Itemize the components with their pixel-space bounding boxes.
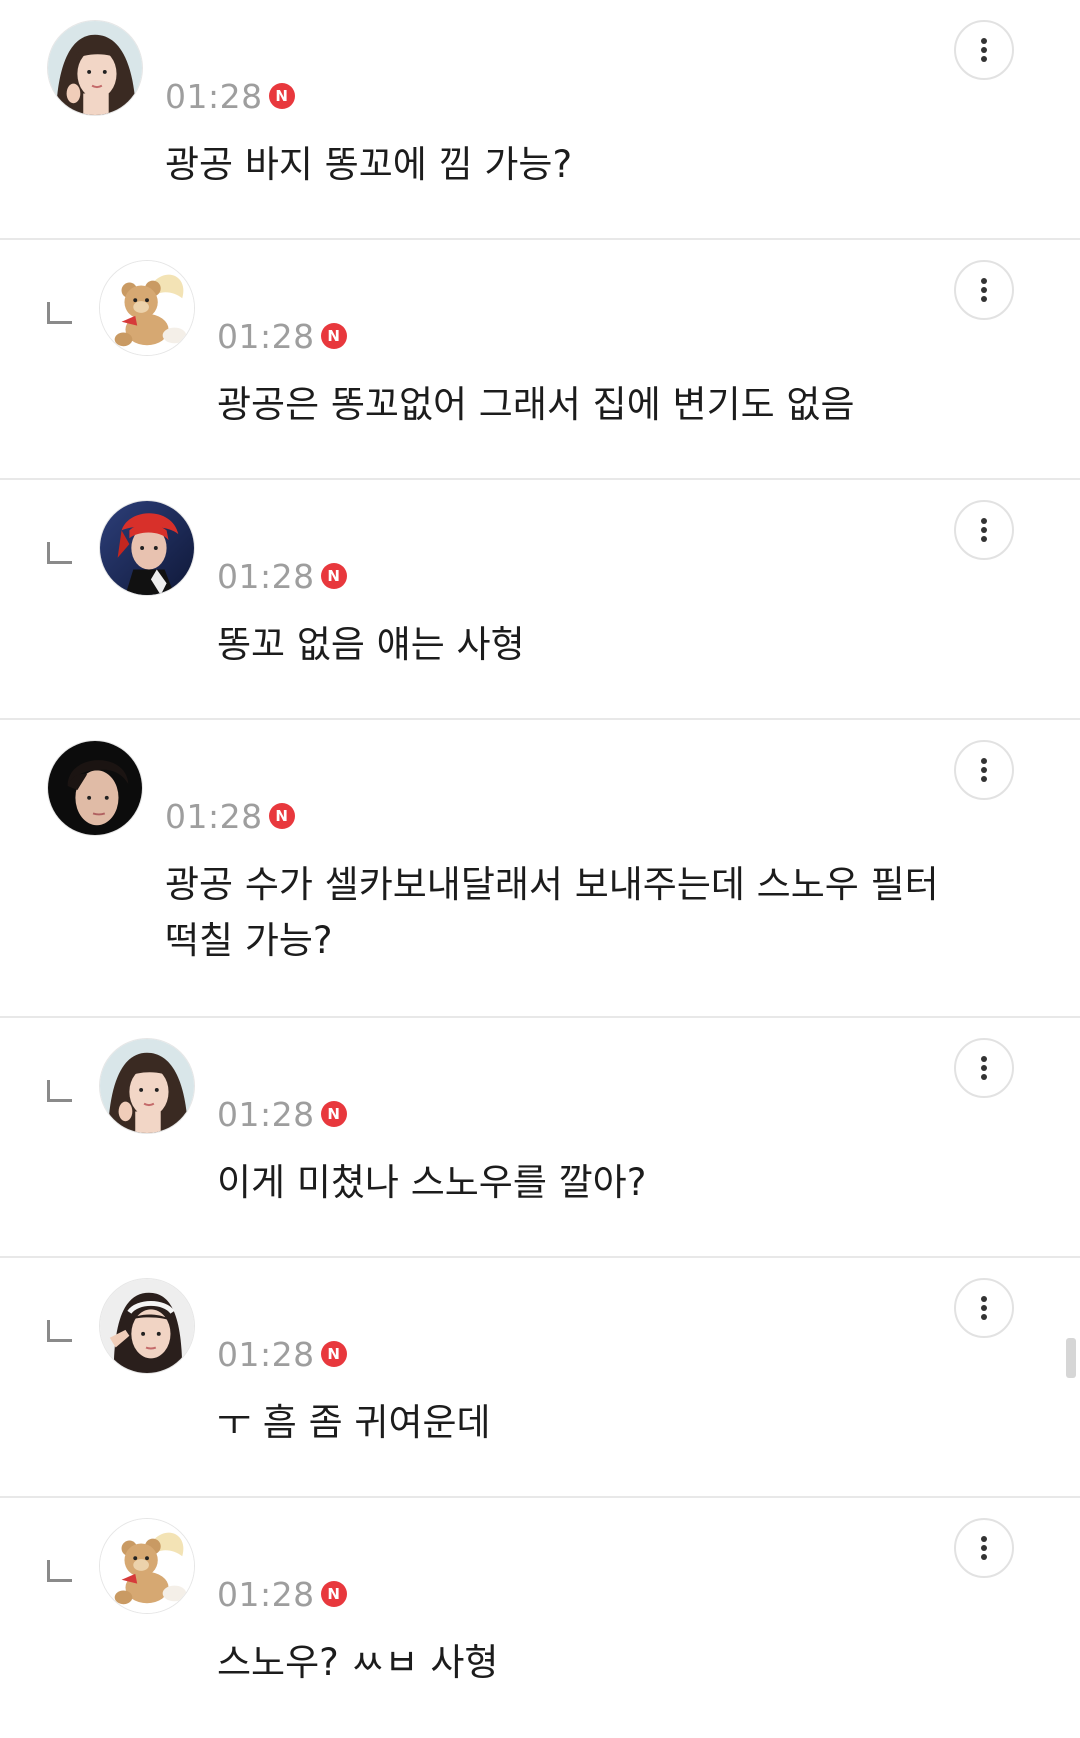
vertical-dots-icon bbox=[981, 758, 987, 782]
new-badge: N bbox=[320, 1341, 347, 1367]
reply-arrow-icon bbox=[47, 1320, 72, 1342]
comment-text: 광공 수가 셀카보내달래서 보내주는데 스노우 필터 떡칠 가능? bbox=[165, 863, 939, 962]
comment-time: 01:28 bbox=[165, 796, 263, 836]
comment-text: ㅜ 흠 좀 귀여운데 bbox=[217, 1401, 491, 1444]
avatar[interactable] bbox=[99, 1518, 195, 1614]
more-options-button[interactable] bbox=[954, 500, 1014, 560]
comment-item: 01:28 N 똥꼬 없음 얘는 사형 bbox=[0, 480, 1080, 720]
new-badge: N bbox=[268, 803, 295, 829]
comment-text: 스노우? ㅆㅂ 사형 bbox=[217, 1641, 499, 1684]
comment-time: 01:28 bbox=[217, 1094, 315, 1134]
new-badge: N bbox=[320, 1581, 347, 1607]
more-options-button[interactable] bbox=[954, 20, 1014, 80]
more-options-button[interactable] bbox=[954, 1518, 1014, 1578]
new-badge: N bbox=[320, 323, 347, 349]
scrollbar-thumb[interactable] bbox=[1066, 1338, 1076, 1378]
avatar[interactable] bbox=[99, 1038, 195, 1134]
comment-time: 01:28 bbox=[217, 1334, 315, 1374]
avatar[interactable] bbox=[99, 1278, 195, 1374]
girl-photo-avatar bbox=[48, 21, 142, 115]
comment-time: 01:28 bbox=[217, 316, 315, 356]
more-options-button[interactable] bbox=[954, 260, 1014, 320]
new-badge: N bbox=[268, 83, 295, 109]
comment-time: 01:28 bbox=[217, 556, 315, 596]
comment-text: 똥꼬 없음 얘는 사형 bbox=[217, 623, 525, 666]
comment-item: 01:28 N 광공 수가 셀카보내달래서 보내주는데 스노우 필터 떡칠 가능… bbox=[0, 720, 1080, 1018]
avatar[interactable] bbox=[47, 20, 143, 116]
new-badge: N bbox=[320, 1101, 347, 1127]
reply-arrow-icon bbox=[47, 1560, 72, 1582]
comment-time: 01:28 bbox=[165, 76, 263, 116]
avatar[interactable] bbox=[99, 260, 195, 356]
comment-meta: 01:28 N bbox=[217, 556, 347, 596]
vertical-dots-icon bbox=[981, 278, 987, 302]
vertical-dots-icon bbox=[981, 518, 987, 542]
vertical-dots-icon bbox=[981, 1536, 987, 1560]
more-options-button[interactable] bbox=[954, 1278, 1014, 1338]
comment-meta: 01:28 N bbox=[217, 316, 347, 356]
comment-list: 01:28 N 광공 바지 똥꼬에 낌 가능? 01:28 N 광공은 똥꼬없어… bbox=[0, 0, 1080, 1738]
comment-text: 광공은 똥꼬없어 그래서 집에 변기도 없음 bbox=[217, 383, 855, 426]
comment-text: 광공 바지 똥꼬에 낌 가능? bbox=[165, 143, 573, 186]
girl-headband-avatar bbox=[100, 1279, 194, 1373]
avatar[interactable] bbox=[47, 740, 143, 836]
teddy-bear-angel-avatar bbox=[100, 1519, 194, 1613]
comment-meta: 01:28 N bbox=[217, 1094, 347, 1134]
reply-arrow-icon bbox=[47, 302, 72, 324]
reply-arrow-icon bbox=[47, 542, 72, 564]
comment-item: 01:28 N 광공 바지 똥꼬에 낌 가능? bbox=[0, 0, 1080, 240]
reply-arrow-icon bbox=[47, 1080, 72, 1102]
comment-item: 01:28 N 광공은 똥꼬없어 그래서 집에 변기도 없음 bbox=[0, 240, 1080, 480]
comment-meta: 01:28 N bbox=[165, 796, 295, 836]
comment-item: 01:28 N 스노우? ㅆㅂ 사형 bbox=[0, 1498, 1080, 1738]
new-badge: N bbox=[320, 563, 347, 589]
comment-time: 01:28 bbox=[217, 1574, 315, 1614]
girl-photo-avatar bbox=[100, 1039, 194, 1133]
comment-meta: 01:28 N bbox=[217, 1574, 347, 1614]
red-hair-idol-avatar bbox=[100, 501, 194, 595]
comment-item: 01:28 N ㅜ 흠 좀 귀여운데 bbox=[0, 1258, 1080, 1498]
dark-hair-boy-avatar bbox=[48, 741, 142, 835]
vertical-dots-icon bbox=[981, 1296, 987, 1320]
comment-meta: 01:28 N bbox=[217, 1334, 347, 1374]
teddy-bear-angel-avatar bbox=[100, 261, 194, 355]
avatar[interactable] bbox=[99, 500, 195, 596]
vertical-dots-icon bbox=[981, 38, 987, 62]
more-options-button[interactable] bbox=[954, 740, 1014, 800]
comment-meta: 01:28 N bbox=[165, 76, 295, 116]
more-options-button[interactable] bbox=[954, 1038, 1014, 1098]
vertical-dots-icon bbox=[981, 1056, 987, 1080]
comment-item: 01:28 N 이게 미쳤나 스노우를 깔아? bbox=[0, 1018, 1080, 1258]
comment-text: 이게 미쳤나 스노우를 깔아? bbox=[217, 1161, 647, 1204]
